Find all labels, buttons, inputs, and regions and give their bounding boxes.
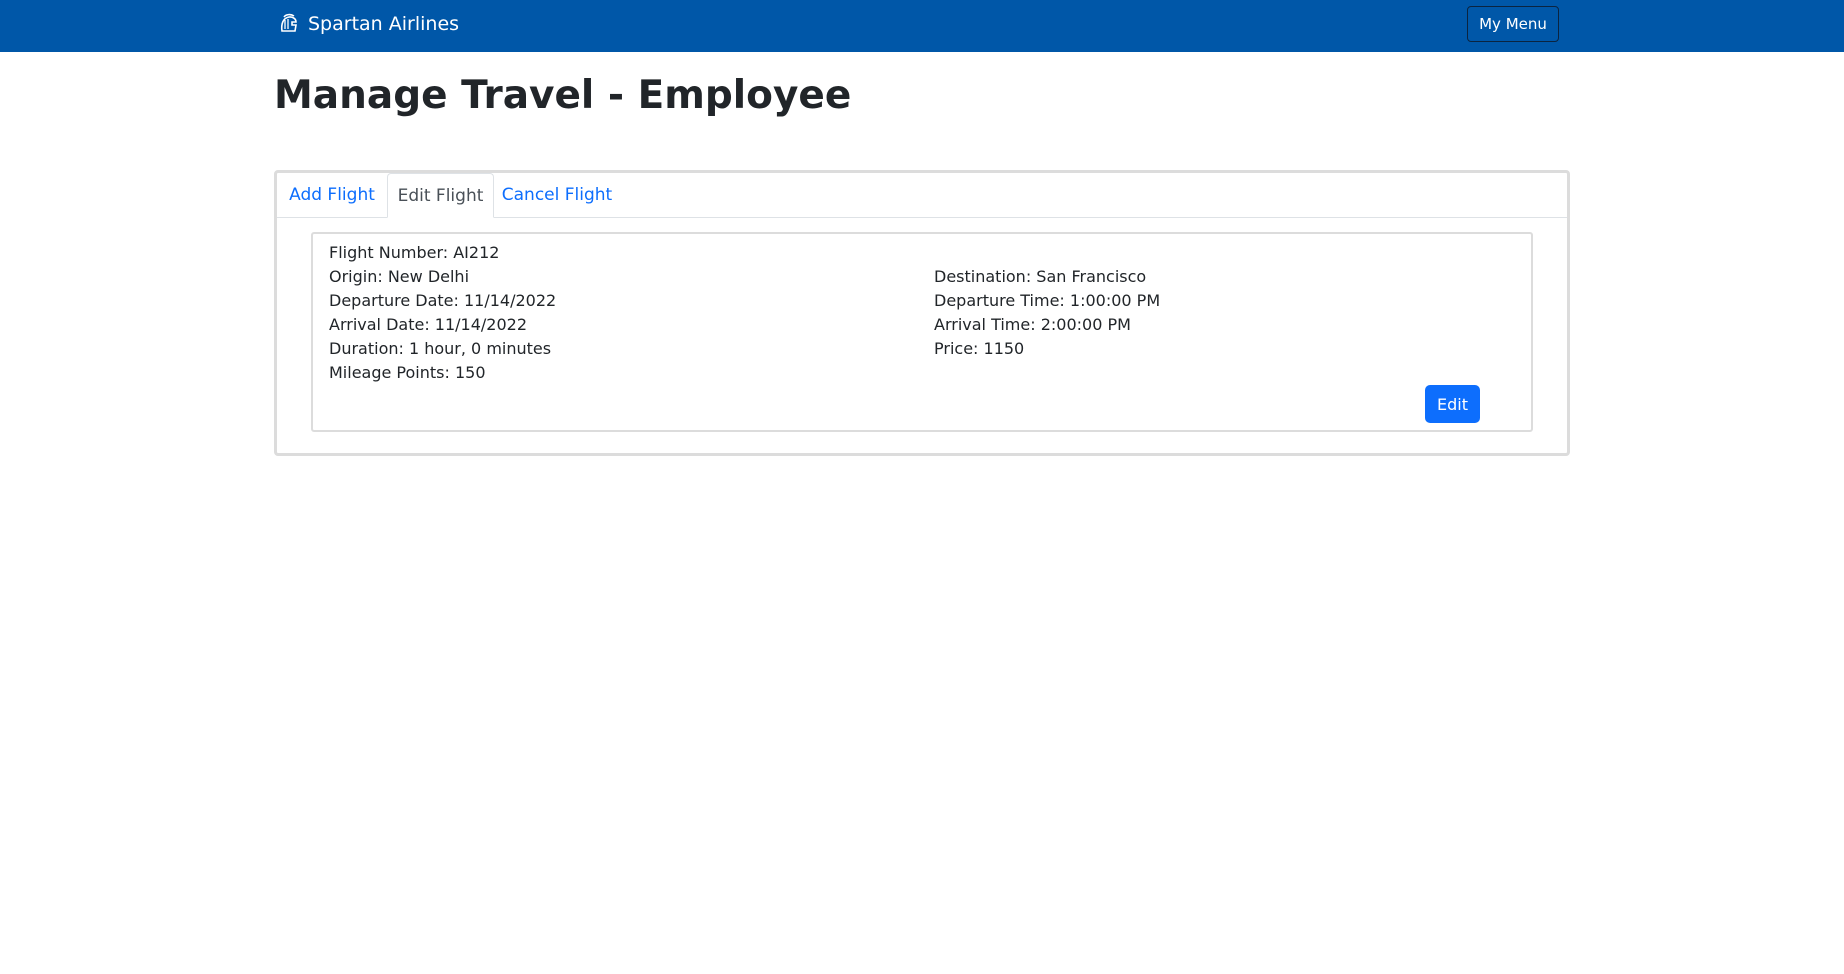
arrival-date-text: Arrival Date: 11/14/2022 bbox=[329, 315, 528, 334]
departure-time-text: Departure Time: 1:00:00 PM bbox=[934, 291, 1161, 310]
duration-text: Duration: 1 hour, 0 minutes bbox=[329, 339, 552, 358]
tab-cancel-flight[interactable]: Cancel Flight bbox=[494, 173, 620, 217]
tab-add-flight[interactable]: Add Flight bbox=[277, 173, 387, 217]
origin-text: Origin: New Delhi bbox=[329, 267, 470, 286]
destination-text: Destination: San Francisco bbox=[934, 267, 1147, 286]
price-text: Price: 1150 bbox=[934, 339, 1025, 358]
edit-button[interactable]: Edit bbox=[1425, 385, 1480, 423]
spartan-helmet-icon bbox=[278, 13, 300, 35]
flight-number-text: Flight Number: AI212 bbox=[329, 243, 500, 262]
mileage-points-text: Mileage Points: 150 bbox=[329, 363, 486, 382]
brand-link[interactable]: Spartan Airlines bbox=[278, 0, 459, 48]
brand-label: Spartan Airlines bbox=[308, 13, 460, 35]
departure-date-text: Departure Date: 11/14/2022 bbox=[329, 291, 557, 310]
manage-travel-panel: Add Flight Edit Flight Cancel Flight bbox=[274, 170, 1570, 456]
arrival-time-text: Arrival Time: 2:00:00 PM bbox=[934, 315, 1131, 334]
tab-edit-flight[interactable]: Edit Flight bbox=[387, 173, 494, 218]
tab-bar: Add Flight Edit Flight Cancel Flight bbox=[277, 173, 1567, 218]
top-navbar: Spartan Airlines My Menu bbox=[0, 0, 1844, 52]
page-title: Manage Travel - Employee bbox=[274, 73, 852, 118]
my-menu-button[interactable]: My Menu bbox=[1467, 6, 1559, 42]
